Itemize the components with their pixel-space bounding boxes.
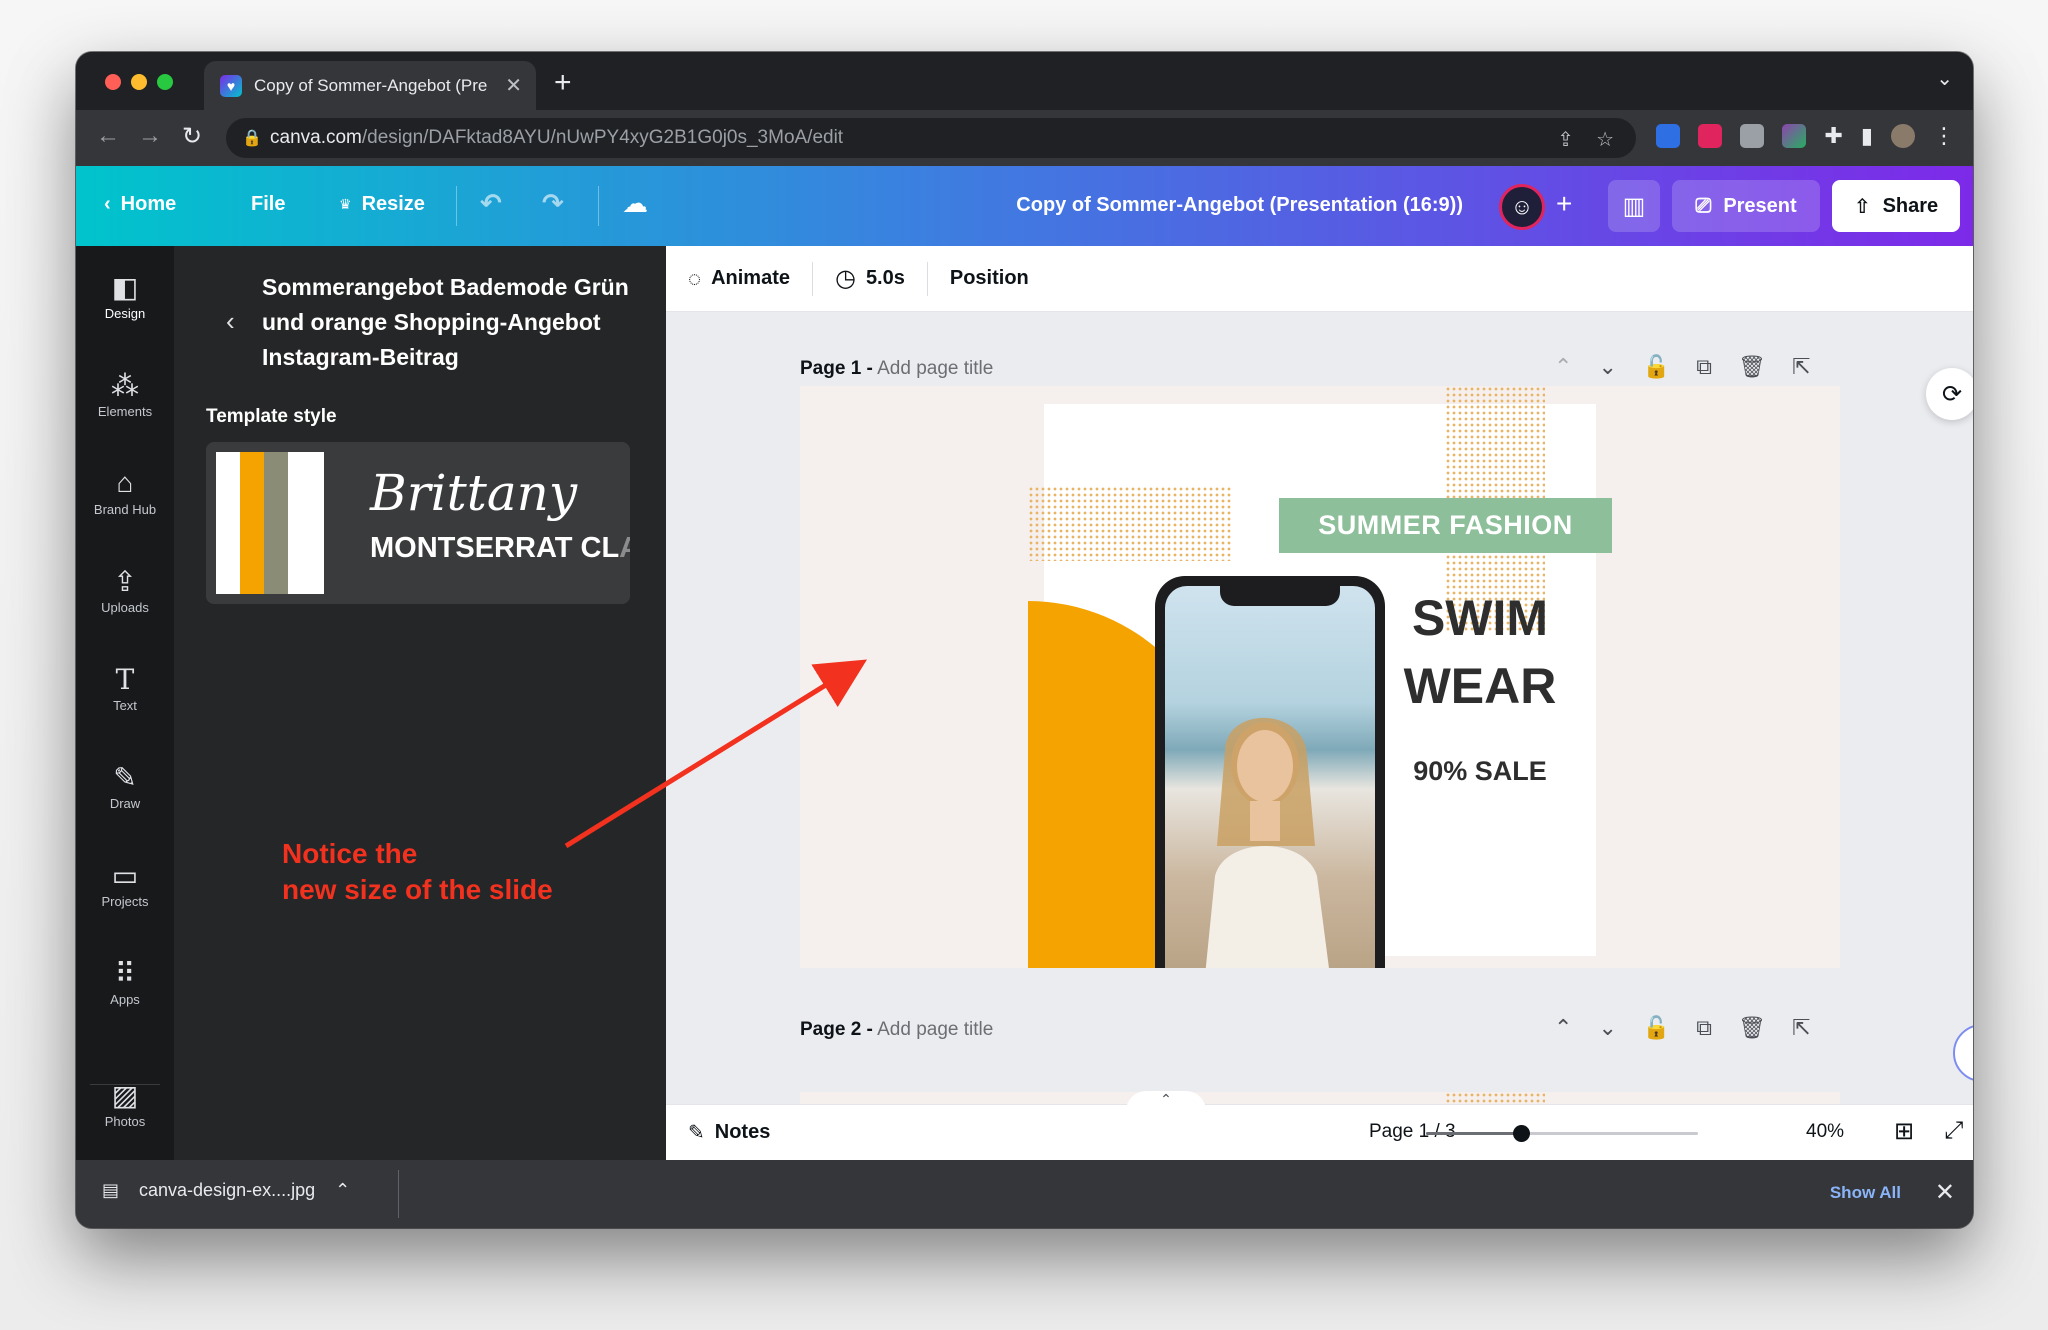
annotation-arrow [564, 659, 868, 849]
